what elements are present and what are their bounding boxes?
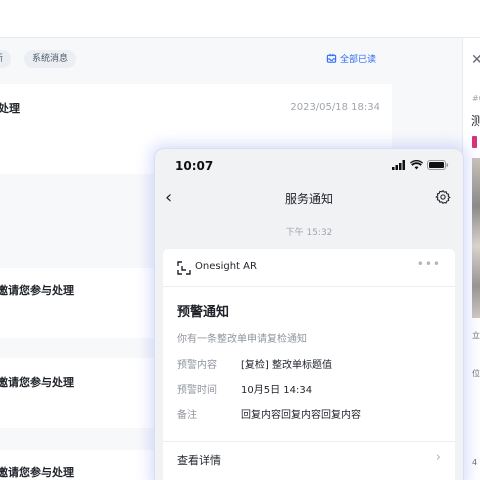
close-icon[interactable]: ✕	[471, 52, 480, 68]
top-strip	[0, 0, 480, 38]
field-label: 预警内容	[177, 360, 217, 371]
field-value: [复检] 整改单标题值	[241, 360, 332, 371]
message-title: 请邀请您参与处理	[0, 466, 74, 479]
message-date: 下午 15:32	[285, 228, 333, 238]
message-time: 2023/05/18 18:34	[290, 102, 380, 113]
filter-chip-system[interactable]: 系统消息	[24, 50, 77, 68]
more-options-icon[interactable]: •••	[417, 257, 441, 271]
signal-icon	[392, 160, 405, 170]
filter-chip-new[interactable]: 新	[0, 50, 12, 68]
mark-all-read-button[interactable]: 全部已读	[326, 52, 376, 65]
field-label: 备注	[177, 410, 197, 421]
status-icons	[392, 160, 449, 170]
field-row: 预警时间 10月5日 14:34	[177, 381, 312, 396]
app-name: Onesight AR	[195, 261, 257, 272]
notification-card[interactable]: Onesight AR ••• 预警通知 你有一条整改单申请复检通知 预警内容 …	[163, 249, 455, 480]
message-title: 请邀请您参与处理	[0, 376, 74, 389]
view-details-link[interactable]: 查看详情	[177, 452, 221, 468]
status-time: 10:07	[175, 159, 214, 173]
message-title: 请邀请您参与处理	[0, 284, 74, 297]
field-row: 预警内容 [复检] 整改单标题值	[177, 356, 332, 371]
detail-side-panel: ✕ #0 测 立 位 4	[462, 38, 480, 480]
nav-bar: ‹ 服务通知	[155, 183, 463, 213]
inbox-icon	[326, 53, 337, 63]
side-panel-label: 立	[472, 331, 480, 340]
side-panel-label: 位	[472, 369, 480, 378]
side-panel-hash: #0	[472, 94, 480, 103]
side-panel-tag	[472, 136, 477, 148]
status-bar: 10:07	[155, 149, 463, 183]
field-row: 备注 回复内容回复内容回复内容	[177, 406, 361, 421]
field-value: 回复内容回复内容回复内容	[241, 410, 361, 421]
side-panel-image	[472, 158, 480, 318]
side-panel-label: 4	[472, 458, 478, 467]
chevron-right-icon: ›	[435, 450, 441, 465]
field-value: 10月5日 14:34	[241, 385, 313, 396]
field-label: 预警时间	[177, 385, 217, 396]
wifi-icon	[410, 160, 423, 170]
side-panel-title: 测	[471, 112, 480, 129]
battery-icon	[427, 160, 449, 170]
notice-title: 预警通知	[177, 305, 230, 320]
phone-preview: 10:07 ‹ 服务通知 下午 15:32 Onesight AR ••• 预警…	[154, 148, 464, 480]
message-title: 处理	[0, 102, 20, 115]
mark-all-read-label: 全部已读	[339, 55, 376, 65]
filter-row: 新 系统消息 全部已读	[0, 50, 462, 70]
app-logo-icon	[177, 261, 191, 275]
gear-icon[interactable]	[435, 189, 451, 205]
view-details-row[interactable]: 查看详情 ›	[163, 441, 455, 475]
notice-subtitle: 你有一条整改单申请复检通知	[177, 334, 307, 345]
nav-title: 服务通知	[284, 192, 333, 206]
card-header: Onesight AR •••	[163, 249, 455, 287]
